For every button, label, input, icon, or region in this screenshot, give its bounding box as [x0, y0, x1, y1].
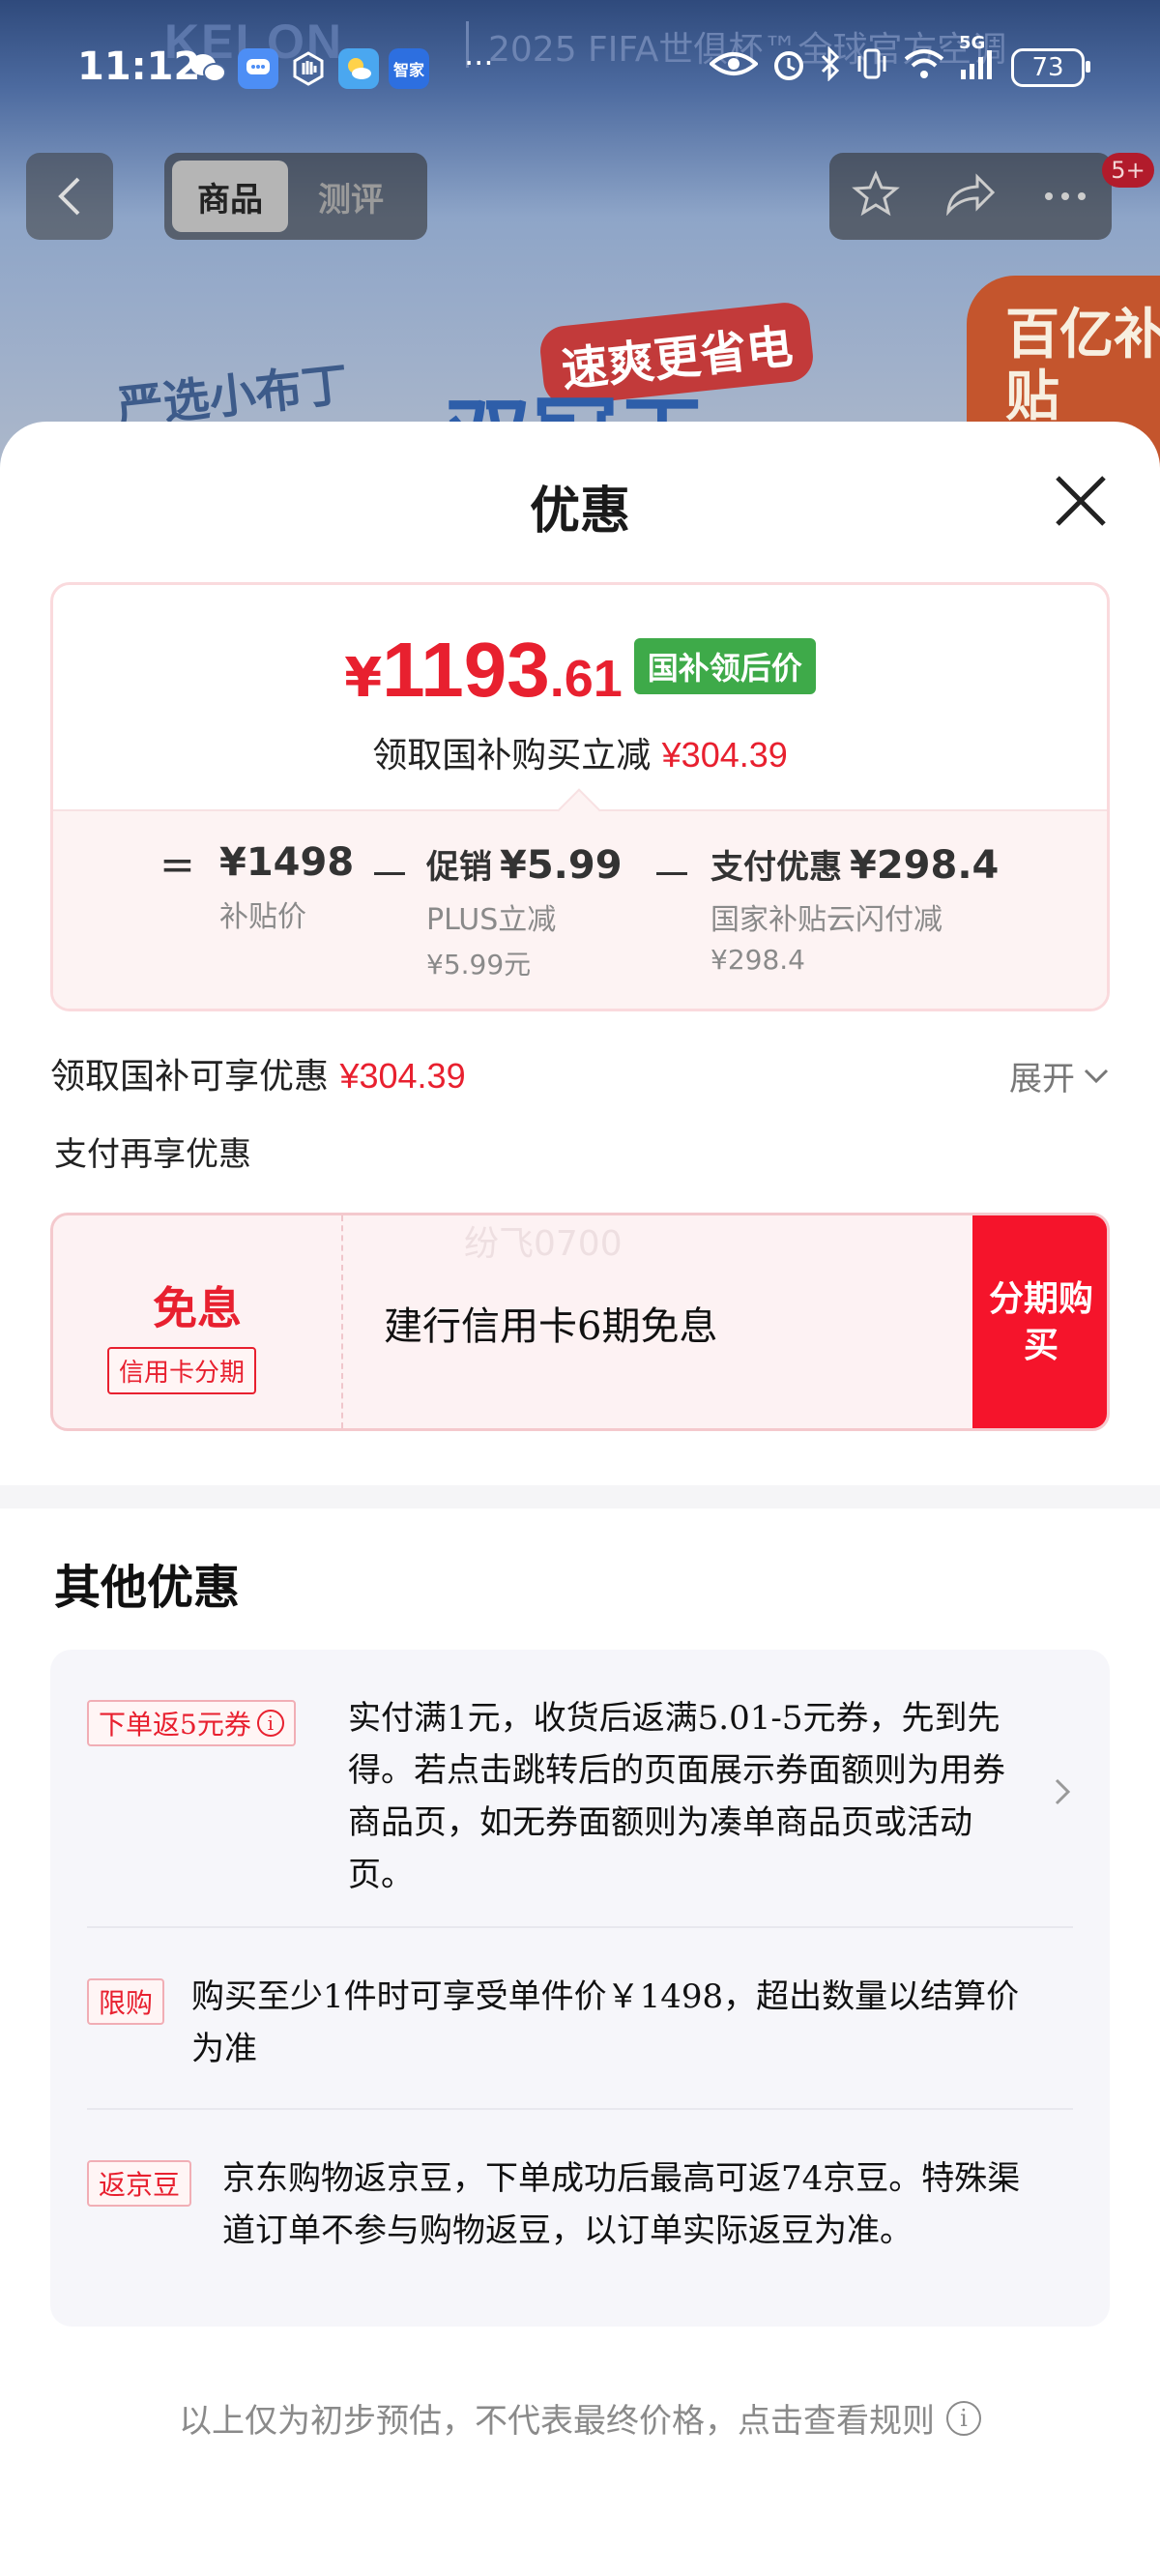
- section-separator: [0, 1485, 1160, 1508]
- minus-sign: －: [368, 851, 411, 900]
- promo-desc: PLUS立减: [426, 903, 557, 937]
- chevron-down-icon: [1084, 1068, 1109, 1083]
- battery-indicator: 73: [1011, 48, 1090, 87]
- breakdown-base: ¥1498 补贴价: [219, 840, 354, 935]
- alarm-icon: [771, 46, 806, 89]
- offer-text-limit: 购买至少1件时可享受单件价￥1498，超出数量以结算价为准: [191, 1977, 1020, 2068]
- offer-tag-beans: 返京豆: [87, 2160, 192, 2207]
- minus-sign-2: －: [651, 851, 693, 900]
- offer-item-limit: 限购 购买至少1件时可享受单件价￥1498，超出数量以结算价为准: [87, 1977, 1073, 2094]
- product-actions: [829, 153, 1112, 240]
- close-icon: [1056, 476, 1106, 526]
- wechat-icon: [188, 48, 228, 89]
- other-offers-title: 其他优惠: [54, 1561, 241, 1615]
- offer-text-beans: 京东购物返京豆，下单成功后最高可返74京豆。特殊渠道订单不参与购物返豆，以订单实…: [222, 2159, 1021, 2250]
- status-bar: 11:12 智家 ··· 5G 73: [0, 0, 1160, 141]
- share-icon[interactable]: [944, 173, 997, 220]
- price-subtitle: 领取国补购买立减 ¥304.39: [53, 727, 1107, 777]
- message-icon: [238, 48, 278, 89]
- back-button[interactable]: [26, 153, 113, 240]
- chevron-right-icon: [1055, 1778, 1071, 1805]
- more-icon[interactable]: [1041, 188, 1089, 206]
- footer-text: 以上仅为初步预估，不代表最终价格，点击查看规则: [179, 2402, 935, 2441]
- promo-line: 促销 ¥5.99: [426, 840, 623, 888]
- pay-section-title: 支付再享优惠: [54, 1135, 251, 1174]
- payment-value: ¥298.4: [850, 843, 1000, 888]
- final-price: ¥1193.61 国补领后价: [53, 626, 1107, 715]
- offer-divider-2: [87, 2108, 1073, 2110]
- breakdown-promo: 促销 ¥5.99 PLUS立减 ¥5.99元: [426, 840, 623, 982]
- interest-free-label: 免息: [153, 1282, 242, 1334]
- offer-divider: [87, 1926, 1073, 1928]
- network-type: 5G: [959, 33, 986, 53]
- offer-tag-coupon: 下单返5元券 i: [87, 1700, 296, 1746]
- price-breakdown: = ¥1498 补贴价 － 促销 ¥5.99 PLUS立减 ¥5.99元 － 支付…: [53, 788, 1107, 1009]
- eye-icon: [708, 49, 760, 86]
- close-button[interactable]: [1054, 474, 1108, 528]
- offer-tag-coupon-label: 下单返5元券: [99, 1709, 251, 1741]
- price-subtitle-amount: ¥304.39: [661, 735, 788, 775]
- tab-review[interactable]: 测评: [288, 161, 414, 232]
- discount-sheet: 优惠 ¥1193.61 国补领后价 领取国补购买立减 ¥304.39 = ¥149…: [0, 422, 1160, 2576]
- offer-item-coupon[interactable]: 下单返5元券 i 实付满1元，收货后返满5.01-5元券，先到先得。若点击跳转后…: [87, 1699, 1073, 1913]
- payment-line: 支付优惠 ¥298.4: [710, 840, 999, 888]
- price-integer: 1193: [382, 627, 550, 713]
- breakdown-payment: 支付优惠 ¥298.4 国家补贴云闪付减 ¥298.4: [710, 840, 999, 976]
- price-decimal: .61: [549, 650, 623, 708]
- subsidy-summary-label: 领取国补可享优惠: [50, 1057, 330, 1097]
- chevron-left-icon: [58, 177, 80, 216]
- expand-label: 展开: [1009, 1060, 1075, 1098]
- equals-sign: =: [160, 840, 195, 890]
- price-summary: ¥1193.61 国补领后价 领取国补购买立减 ¥304.39: [53, 585, 1107, 809]
- bluetooth-icon: [820, 45, 841, 89]
- expand-toggle[interactable]: 展开: [1009, 1052, 1110, 1099]
- price-subtitle-prefix: 领取国补购买立减: [372, 736, 652, 776]
- promo-label: 促销: [426, 848, 492, 887]
- status-app-icons: 智家: [188, 48, 429, 89]
- installment-buy-button[interactable]: 分期购买: [972, 1215, 1107, 1428]
- signal-icon: 5G: [959, 33, 998, 89]
- tab-product[interactable]: 商品: [172, 161, 288, 232]
- offer-tag-limit: 限购: [87, 1978, 165, 2025]
- weather-icon: [338, 48, 379, 89]
- payment-desc: 国家补贴云闪付减: [710, 903, 942, 937]
- price-card: ¥1193.61 国补领后价 领取国补购买立减 ¥304.39 = ¥1498 补…: [50, 582, 1110, 1011]
- vibrate-icon: [855, 46, 889, 89]
- notification-badge: 5+: [1102, 153, 1154, 188]
- promo-value: ¥5.99: [500, 843, 623, 888]
- price-rules-link[interactable]: 以上仅为初步预估，不代表最终价格，点击查看规则 i: [0, 2394, 1160, 2442]
- status-right-icons: 5G 73: [708, 33, 1090, 89]
- price-tag: 国补领后价: [633, 638, 816, 694]
- sheet-title: 优惠: [529, 482, 630, 541]
- price-currency: ¥: [344, 647, 383, 710]
- other-offers-card: 下单返5元券 i 实付满1元，收货后返满5.01-5元券，先到先得。若点击跳转后…: [50, 1650, 1110, 2327]
- smart-home-icon: 智家: [389, 48, 429, 89]
- payment-amount: ¥298.4: [710, 944, 805, 976]
- base-price-label: 补贴价: [219, 900, 306, 934]
- product-tabs: 商品 测评: [164, 153, 427, 240]
- installment-badge: 免息 信用卡分期: [53, 1215, 343, 1428]
- installment-offer-card[interactable]: 免息 信用卡分期 纷飞0700 建行信用卡6期免息 分期购买: [50, 1213, 1110, 1431]
- installment-offer-text: 建行信用卡6期免息: [384, 1304, 718, 1349]
- offer-item-beans: 返京豆 京东购物返京豆，下单成功后最高可返74京豆。特殊渠道订单不参与购物返豆，…: [87, 2159, 1073, 2315]
- info-icon-footer: i: [946, 2400, 981, 2436]
- subsidy-summary-amount: ¥304.39: [339, 1056, 466, 1096]
- star-icon[interactable]: [852, 170, 900, 222]
- credit-installment-tag: 信用卡分期: [107, 1347, 257, 1394]
- subsidy-summary-row: 领取国补可享优惠 ¥304.39 展开: [50, 1048, 1110, 1106]
- info-icon[interactable]: i: [256, 1710, 284, 1737]
- promo-amount: ¥5.99元: [426, 949, 532, 981]
- offer-text-coupon: 实付满1元，收货后返满5.01-5元券，先到先得。若点击跳转后的页面展示券面额则…: [348, 1699, 1005, 1894]
- status-time: 11:12: [77, 44, 201, 89]
- payment-label: 支付优惠: [710, 848, 842, 887]
- watermark: 纷飞0700: [464, 1224, 623, 1264]
- subsidy-summary: 领取国补可享优惠 ¥304.39: [50, 1048, 466, 1098]
- status-more-dots: ···: [464, 44, 494, 81]
- base-price: ¥1498: [219, 840, 355, 885]
- wifi-icon: [903, 47, 945, 88]
- hand-icon: [288, 48, 329, 89]
